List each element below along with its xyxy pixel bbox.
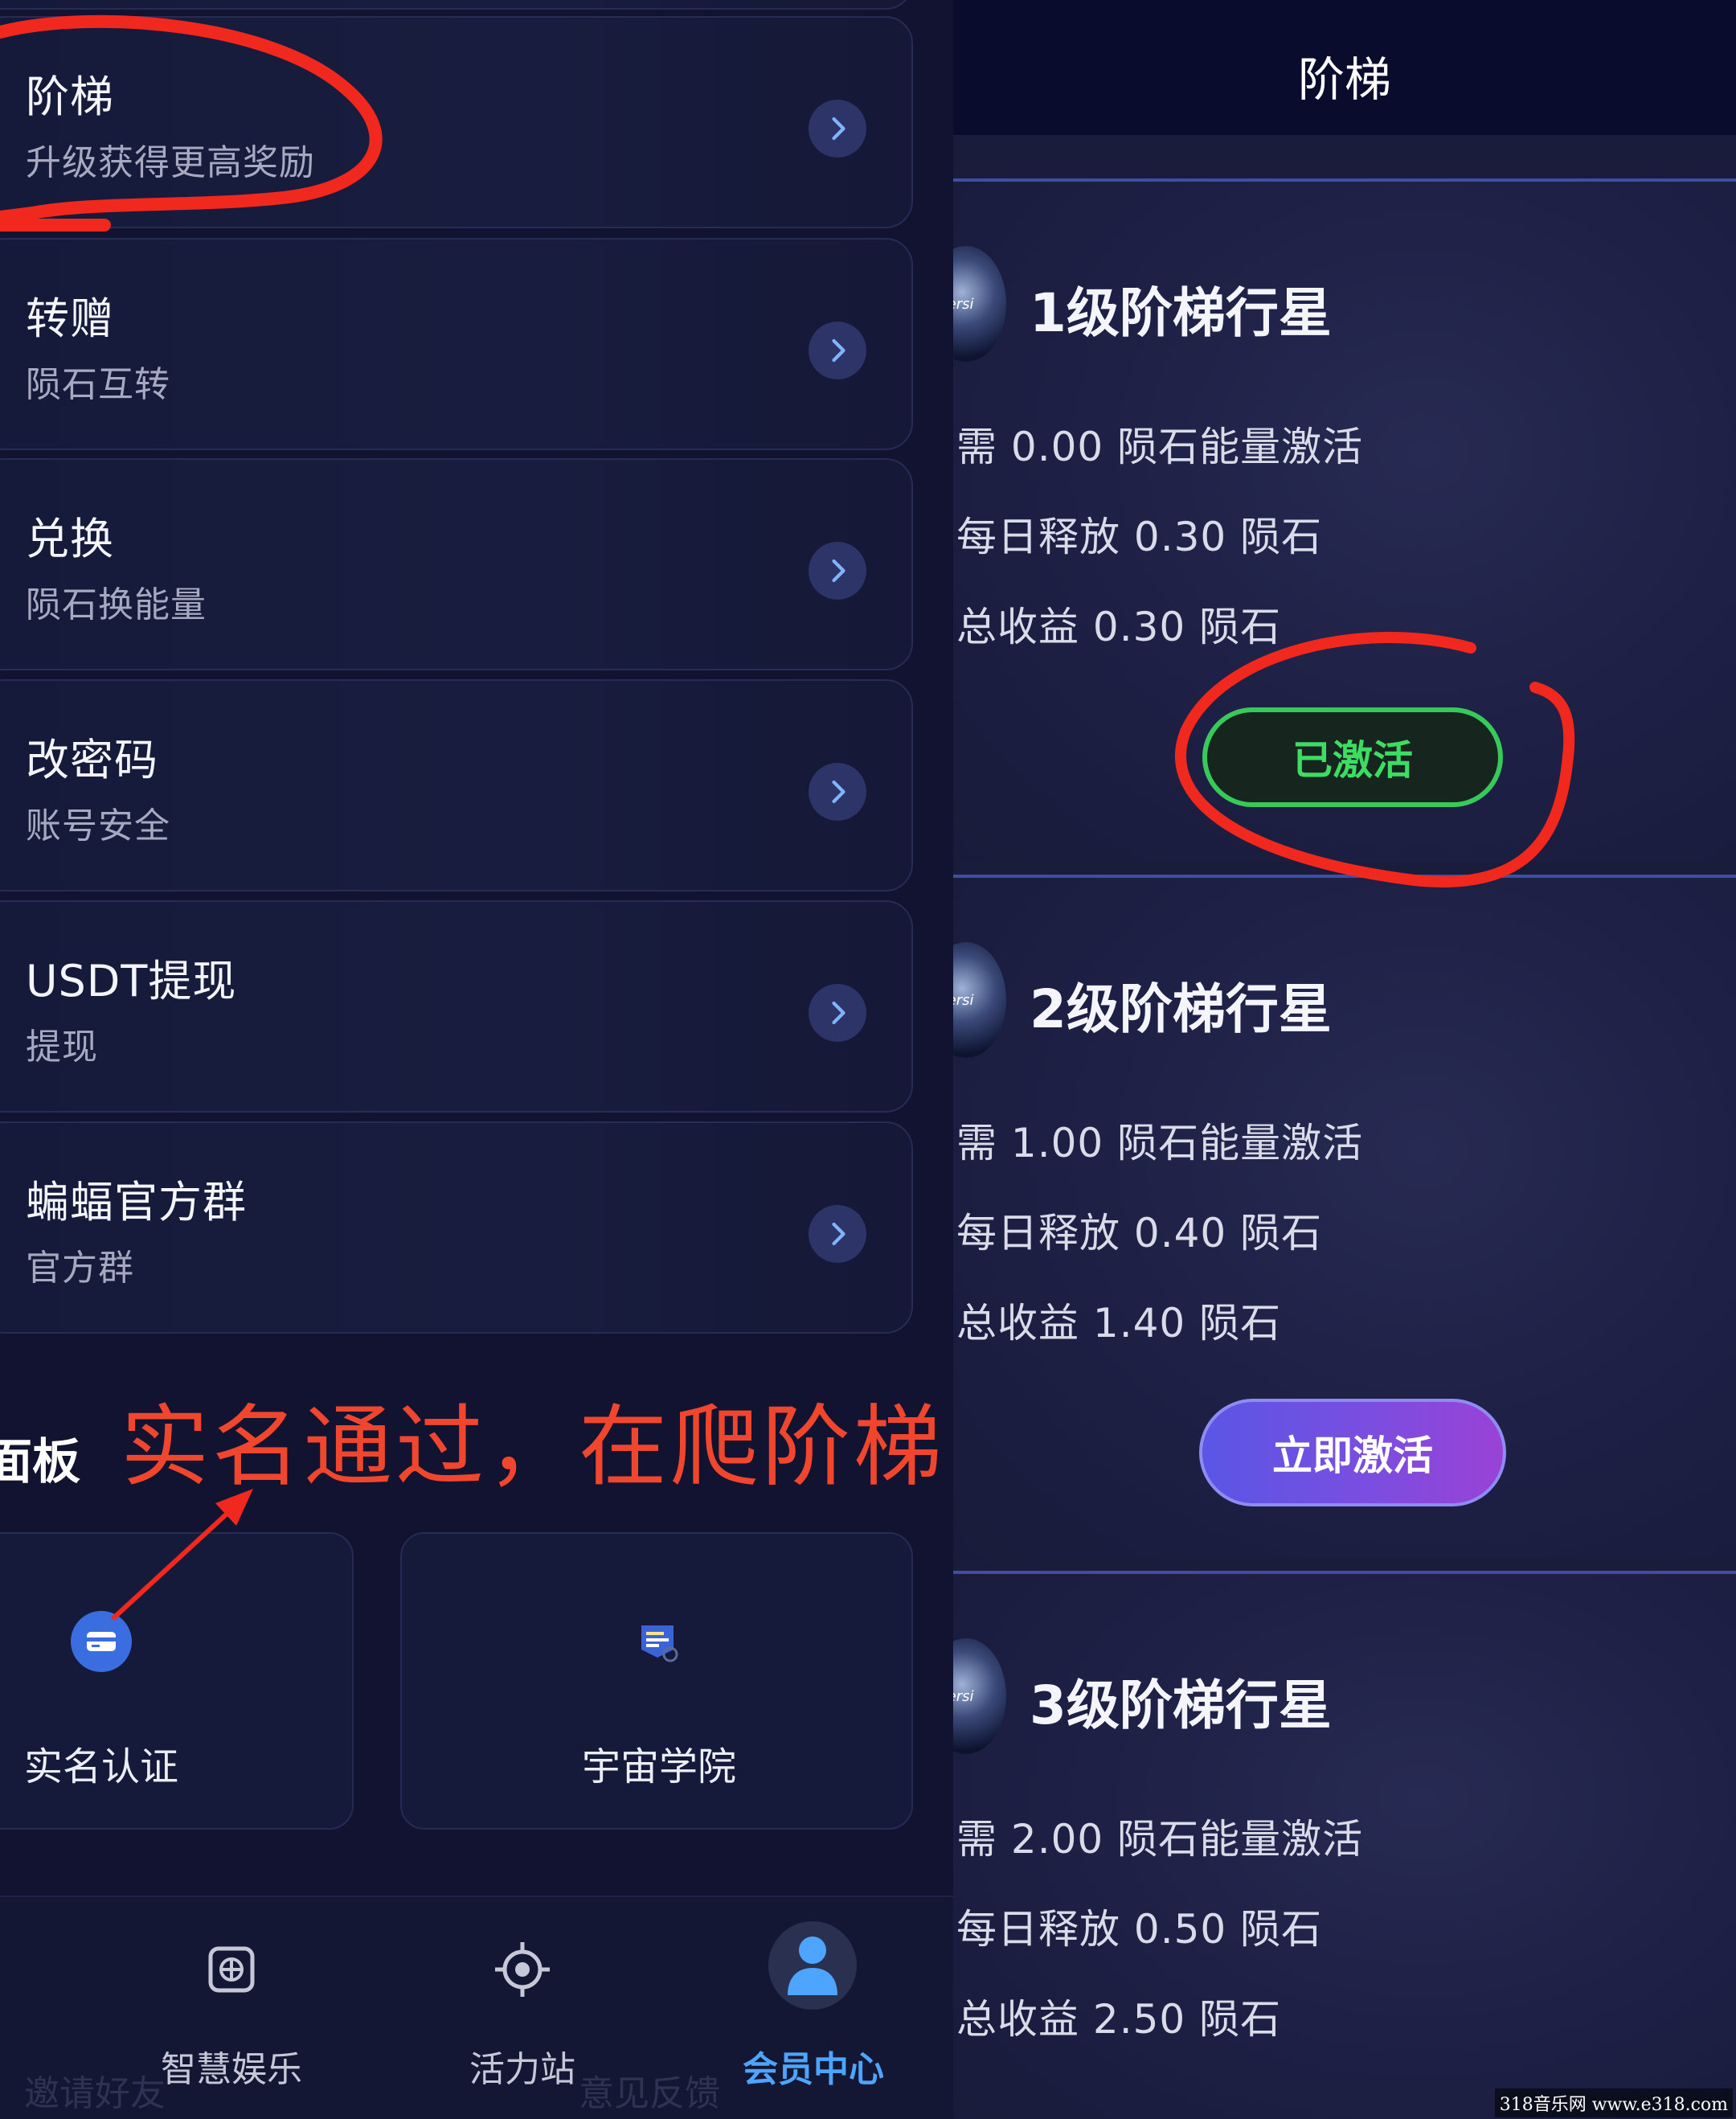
grid-icon[interactable]	[199, 1937, 264, 2002]
annotation-text: 实名通过，在爬阶梯	[121, 1396, 945, 1498]
page-header: 阶梯	[953, 0, 1736, 135]
right-panel: 阶梯 versi 1级阶梯行星 需 0.00 陨石能量激活 每日释放 0.30 …	[953, 0, 1736, 2119]
ghost-label-invite: 邀请好友	[24, 2073, 166, 2114]
menu-item-ladder[interactable]: 阶梯 升级获得更高奖励	[0, 16, 913, 228]
menu-title: 改密码	[26, 735, 158, 785]
nav-label-entertainment[interactable]: 智慧娱乐	[161, 2040, 302, 2092]
level-daily-release: 每日释放 0.30 陨石	[956, 514, 1323, 560]
bottom-nav: 邀请好友 意见反馈 智慧娱乐 活力站 会员中心	[0, 1896, 953, 2119]
planet-image: versi	[953, 942, 1006, 1058]
level-daily-release: 每日释放 0.50 陨石	[956, 1906, 1323, 1953]
chevron-right-icon[interactable]	[809, 763, 866, 821]
ghost-label-feedback: 意见反馈	[579, 2073, 720, 2114]
menu-item-change-password[interactable]: 改密码 账号安全	[0, 679, 913, 891]
activate-now-button[interactable]: 立即激活	[1199, 1399, 1506, 1506]
menu-title: 阶梯	[26, 72, 114, 122]
tile-universe-academy[interactable]: 宇宙学院	[400, 1532, 913, 1830]
tile-label: 宇宙学院	[582, 1744, 737, 1789]
chevron-right-icon[interactable]	[809, 1205, 866, 1263]
chevron-right-icon[interactable]	[809, 322, 866, 379]
nav-label-member-center[interactable]: 会员中心	[743, 2040, 884, 2092]
level-daily-release: 每日释放 0.40 陨石	[956, 1210, 1323, 1256]
section-title: 面板	[0, 1434, 80, 1490]
menu-subtitle: 官方群	[26, 1248, 134, 1289]
menu-title: 蝙蝠官方群	[26, 1177, 247, 1228]
level-requirement: 需 1.00 陨石能量激活	[956, 1120, 1364, 1166]
chevron-right-icon[interactable]	[809, 542, 866, 600]
level-card-2: versi 2级阶梯行星 需 1.00 陨石能量激活 每日释放 0.40 陨石 …	[953, 875, 1736, 1558]
level-total-earnings: 总收益 0.30 陨石	[956, 604, 1282, 650]
level-name: 3级阶梯行星	[1030, 1674, 1332, 1736]
level-name: 1级阶梯行星	[1030, 282, 1332, 344]
target-icon[interactable]	[490, 1937, 555, 2002]
activated-button[interactable]: 已激活	[1202, 707, 1503, 807]
planet-image: versi	[953, 1638, 1006, 1754]
menu-item-exchange[interactable]: 兑换 陨石换能量	[0, 458, 913, 670]
menu-item-official-group[interactable]: 蝙蝠官方群 官方群	[0, 1121, 913, 1334]
tile-label: 实名认证	[24, 1744, 179, 1789]
menu-title: USDT提现	[26, 956, 237, 1006]
level-card-1: versi 1级阶梯行星 需 0.00 陨石能量激活 每日释放 0.30 陨石 …	[953, 178, 1736, 862]
nav-label-vitality[interactable]: 活力站	[469, 2040, 575, 2092]
menu-title: 兑换	[26, 514, 114, 564]
id-card-icon	[71, 1611, 132, 1672]
user-icon[interactable]	[768, 1921, 857, 2010]
menu-subtitle: 提现	[26, 1027, 98, 1068]
level-total-earnings: 总收益 1.40 陨石	[956, 1300, 1282, 1346]
menu-item-transfer[interactable]: 转赠 陨石互转	[0, 238, 913, 450]
menu-item-usdt-withdraw[interactable]: USDT提现 提现	[0, 900, 913, 1113]
menu-subtitle: 陨石换能量	[26, 584, 207, 625]
level-requirement: 需 0.00 陨石能量激活	[956, 424, 1364, 470]
level-total-earnings: 总收益 2.50 陨石	[956, 1996, 1282, 2043]
menu-subtitle: 升级获得更高奖励	[26, 142, 315, 183]
left-panel: 阶梯 升级获得更高奖励 转赠 陨石互转 兑换 陨石换能量 改密码 账号安全 US…	[0, 0, 953, 2119]
menu-card-partial	[0, 0, 913, 10]
chevron-right-icon[interactable]	[809, 984, 866, 1042]
level-requirement: 需 2.00 陨石能量激活	[956, 1816, 1364, 1863]
level-name: 2级阶梯行星	[1030, 978, 1332, 1040]
page-title: 阶梯	[1297, 52, 1391, 107]
academy-icon	[627, 1611, 688, 1672]
chevron-right-icon[interactable]	[809, 100, 866, 158]
menu-title: 转赠	[26, 293, 114, 344]
menu-subtitle: 陨石互转	[26, 364, 170, 405]
planet-image: versi	[953, 246, 1006, 362]
menu-subtitle: 账号安全	[26, 805, 170, 846]
watermark: 318音乐网 www.e318.com	[1494, 2088, 1733, 2117]
level-card-3: versi 3级阶梯行星 需 2.00 陨石能量激活 每日释放 0.50 陨石 …	[953, 1571, 1736, 2119]
tile-real-name-auth[interactable]: 实名认证	[0, 1532, 354, 1830]
